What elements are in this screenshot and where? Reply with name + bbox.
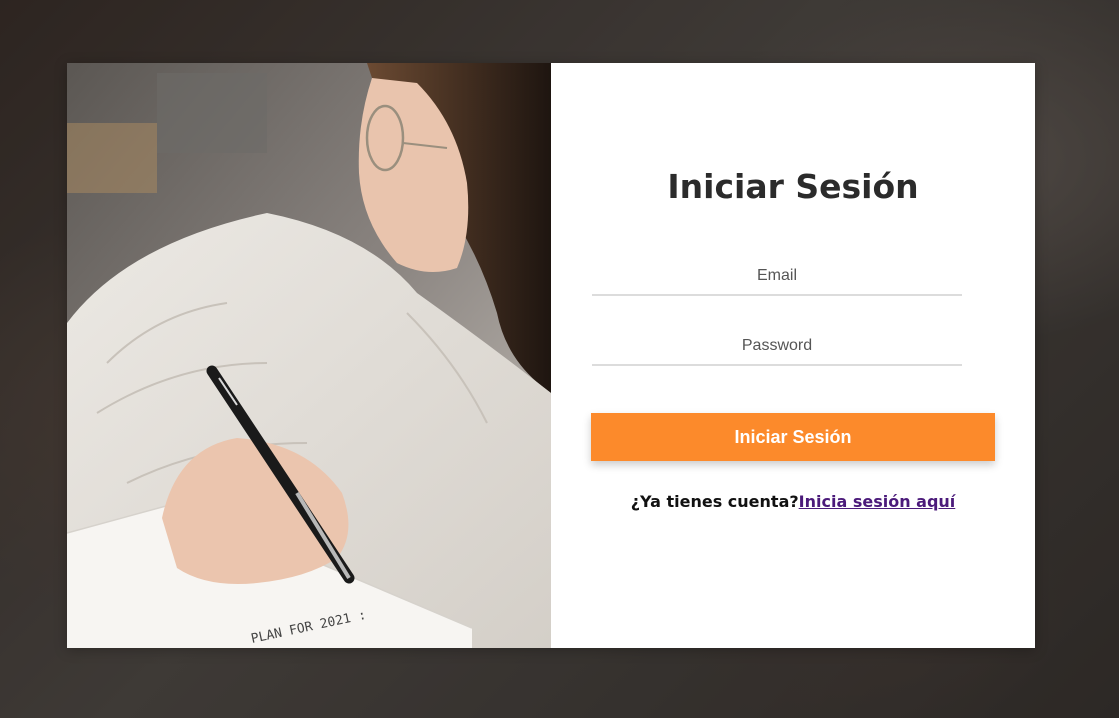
login-card: PLAN FOR 2021 : Iniciar Sesión Iniciar S… — [67, 63, 1035, 648]
login-button[interactable]: Iniciar Sesión — [591, 413, 995, 461]
email-field[interactable] — [592, 258, 962, 296]
page-title: Iniciar Sesión — [667, 167, 919, 206]
footer-prompt-text: ¿Ya tienes cuenta? — [630, 492, 799, 511]
login-form: Iniciar Sesión Iniciar Sesión ¿Ya tienes… — [551, 63, 1035, 648]
login-link[interactable]: Inicia sesión aquí — [799, 492, 956, 511]
signup-prompt: ¿Ya tienes cuenta?Inicia sesión aquí — [551, 492, 1035, 511]
password-field[interactable] — [592, 328, 962, 366]
hero-illustration: PLAN FOR 2021 : — [67, 63, 551, 648]
hero-photo: PLAN FOR 2021 : — [67, 63, 551, 648]
